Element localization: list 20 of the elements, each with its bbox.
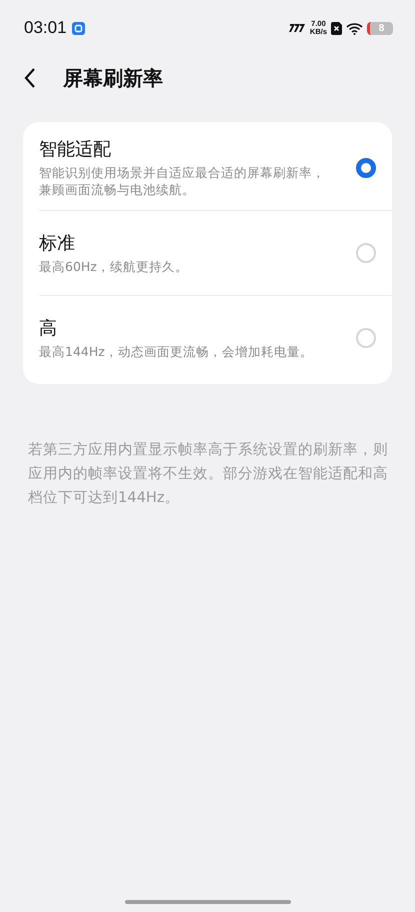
back-icon (24, 68, 36, 88)
option-row[interactable]: 标准 最高60Hz，续航更持久。 (39, 210, 392, 295)
option-label: 标准 (39, 232, 76, 256)
signal-icon (288, 23, 306, 33)
wifi-icon (346, 22, 363, 34)
app-icon (72, 22, 85, 34)
option-description: 最高144Hz，动态画面更流畅，会增加耗电量。 (39, 342, 314, 360)
battery-icon: 8 (367, 22, 393, 34)
home-indicator[interactable] (124, 900, 290, 904)
option-description: 智能识别使用场景并自适应最合适的屏幕刷新率，兼顾画面流畅与电池续航。 (39, 164, 326, 198)
option-row[interactable]: 高 最高144Hz，动态画面更流畅，会增加耗电量。 (39, 295, 392, 380)
option-label: 高 (39, 316, 58, 340)
radio-button[interactable] (356, 158, 376, 178)
clock: 03:01 (24, 18, 67, 38)
option-row[interactable]: 智能适配 智能识别使用场景并自适应最合适的屏幕刷新率，兼顾画面流畅与电池续航。 (23, 126, 392, 210)
sim-icon (331, 22, 342, 34)
option-label: 智能适配 (39, 138, 112, 162)
footnote-text: 若第三方应用内置显示帧率高于系统设置的刷新率，则应用内的帧率设置将不生效。部分游戏在智能适配和高档位下可达到144Hz。 (28, 440, 389, 508)
option-description: 最高60Hz，续航更持久。 (39, 258, 189, 274)
page-title: 屏幕刷新率 (63, 64, 163, 92)
